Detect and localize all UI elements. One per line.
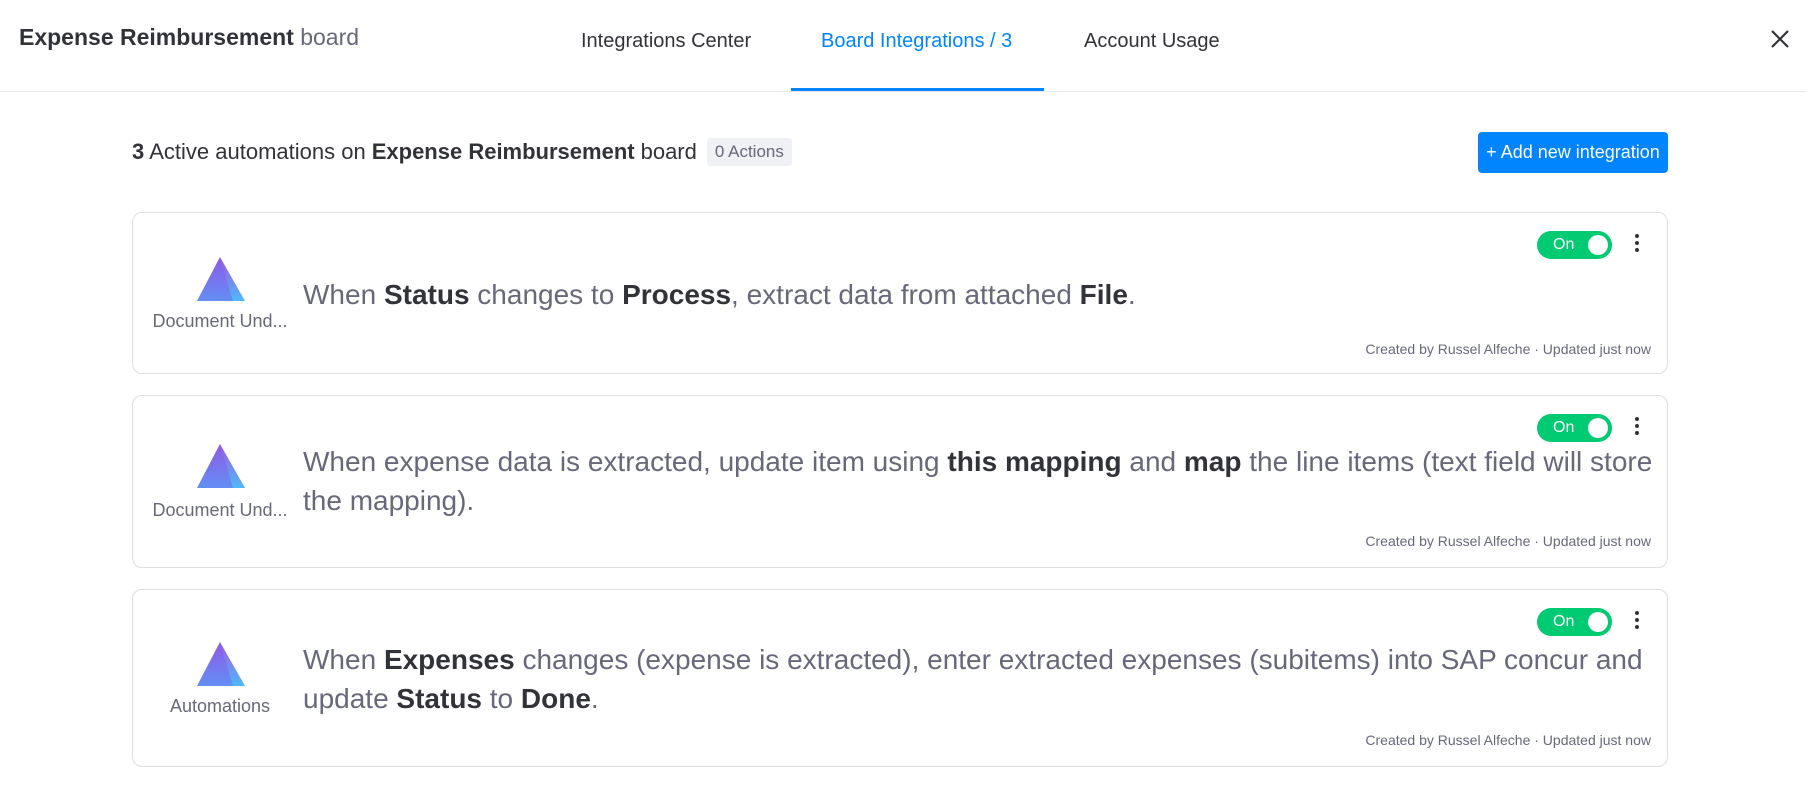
- automation-card[interactable]: Document Und... When Status changes to P…: [132, 212, 1668, 374]
- kebab-menu-icon[interactable]: [1631, 608, 1643, 634]
- sentence-text: and: [1121, 446, 1184, 477]
- close-button[interactable]: [1765, 24, 1795, 54]
- sentence-keyword[interactable]: map: [1184, 446, 1242, 477]
- toggle-label: On: [1553, 236, 1575, 253]
- sentence-text: .: [590, 683, 599, 714]
- automation-card[interactable]: Document Und... When expense data is ext…: [132, 395, 1668, 568]
- automation-sentence: When expense data is extracted, update i…: [303, 442, 1663, 520]
- sentence-text: changes to: [469, 279, 623, 310]
- board-title-suffix: board: [300, 24, 360, 50]
- sentence-text: .: [1127, 279, 1136, 310]
- card-meta: Created by Russel Alfeche · Updated just…: [1365, 533, 1651, 549]
- summary-board-name: Expense Reimbursement: [371, 139, 635, 164]
- card-meta: Created by Russel Alfeche · Updated just…: [1365, 732, 1651, 748]
- board-title-name: Expense Reimbursement: [19, 24, 294, 50]
- board-title: Expense Reimbursement board: [19, 24, 359, 51]
- on-toggle[interactable]: On: [1537, 608, 1612, 636]
- automation-card[interactable]: Automations When Expenses changes (expen…: [132, 589, 1668, 767]
- add-new-integration-button[interactable]: + Add new integration: [1478, 132, 1668, 173]
- tab-account-usage[interactable]: Account Usage: [1084, 30, 1220, 53]
- sentence-keyword[interactable]: Expenses: [384, 644, 515, 675]
- sentence-keyword[interactable]: File: [1080, 279, 1128, 310]
- toggle-label: On: [1553, 419, 1575, 436]
- monday-triangle-logo-icon: [197, 444, 245, 488]
- app-name: Document Und...: [152, 311, 288, 331]
- toggle-knob: [1588, 418, 1608, 438]
- actions-badge: 0 Actions: [706, 138, 792, 166]
- toggle-knob: [1588, 235, 1608, 255]
- kebab-menu-icon[interactable]: [1631, 414, 1643, 440]
- tab-integrations-center[interactable]: Integrations Center: [581, 30, 751, 53]
- tab-board-integrations[interactable]: Board Integrations / 3: [821, 30, 1012, 53]
- automation-sentence: When Expenses changes (expense is extrac…: [303, 640, 1663, 718]
- on-toggle[interactable]: On: [1537, 231, 1612, 259]
- sentence-keyword[interactable]: Done: [521, 683, 591, 714]
- kebab-menu-icon[interactable]: [1631, 231, 1643, 257]
- sentence-text: , extract data from attached: [731, 279, 1080, 310]
- sentence-text: When: [303, 644, 384, 675]
- top-bar: Expense Reimbursement board Integrations…: [0, 0, 1806, 92]
- monday-triangle-logo-icon: [197, 257, 245, 301]
- toggle-knob: [1588, 612, 1608, 632]
- summary-board-suffix: board: [640, 139, 697, 164]
- app-name: Automations: [169, 696, 271, 716]
- sentence-keyword[interactable]: Status: [396, 683, 482, 714]
- active-tab-underline: [791, 88, 1044, 91]
- sentence-text: When expense data is extracted, update i…: [303, 446, 948, 477]
- sentence-text: When: [303, 279, 384, 310]
- sentence-keyword[interactable]: this mapping: [947, 446, 1121, 477]
- sentence-keyword[interactable]: Status: [384, 279, 470, 310]
- app-name: Document Und...: [152, 500, 288, 520]
- summary-text: Active automations on: [149, 139, 366, 164]
- automations-count: 3: [132, 139, 145, 164]
- monday-triangle-logo-icon: [197, 642, 245, 686]
- close-icon: [1771, 30, 1789, 48]
- automation-sentence: When Status changes to Process, extract …: [303, 275, 1663, 314]
- sentence-keyword[interactable]: Process: [622, 279, 731, 310]
- on-toggle[interactable]: On: [1537, 414, 1612, 442]
- toggle-label: On: [1553, 613, 1575, 630]
- sentence-text: to: [482, 683, 521, 714]
- automations-summary: 3 Active automations on Expense Reimburs…: [132, 138, 792, 166]
- card-meta: Created by Russel Alfeche · Updated just…: [1365, 341, 1651, 357]
